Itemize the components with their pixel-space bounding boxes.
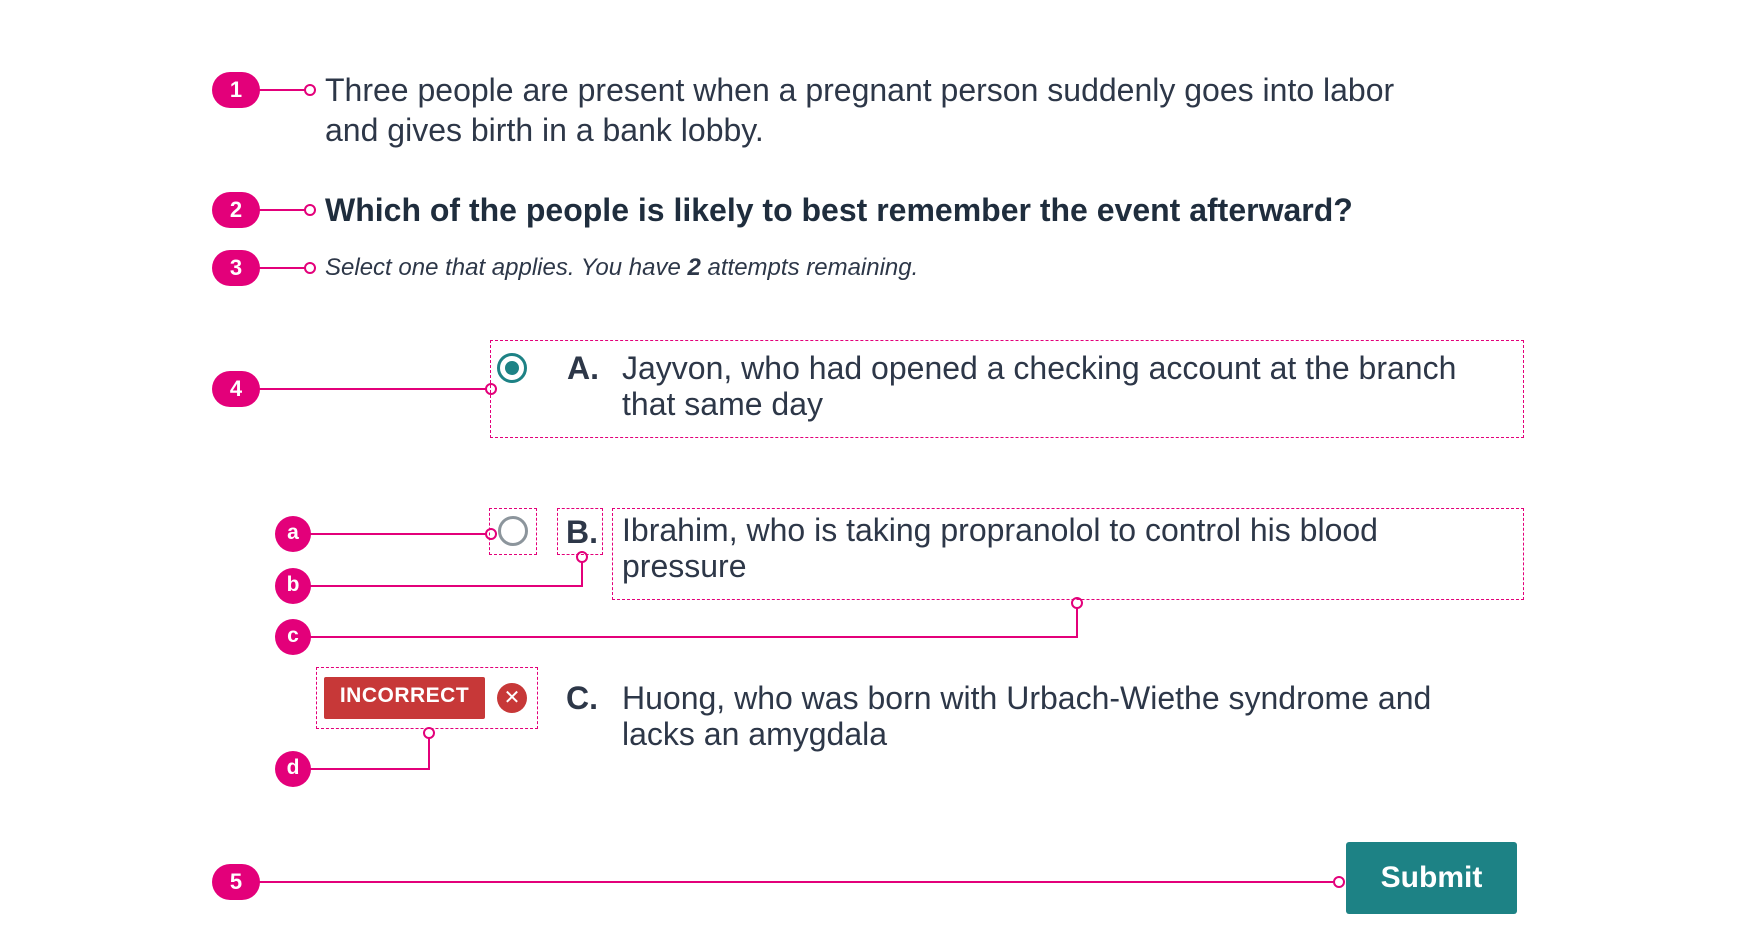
option-c-letter: C. bbox=[566, 680, 598, 716]
callout-b: b bbox=[275, 568, 311, 604]
callout-2: 2 bbox=[212, 192, 260, 228]
option-a[interactable]: A. Jayvon, who had opened a checking acc… bbox=[490, 340, 1524, 438]
option-b-line-1: Ibrahim, who is taking propranolol to co… bbox=[622, 512, 1378, 548]
option-c-line-1: Huong, who was born with Urbach-Wiethe s… bbox=[622, 680, 1432, 716]
option-a-letter: A. bbox=[567, 350, 599, 386]
callout-4: 4 bbox=[212, 371, 260, 407]
radio-unselected-icon[interactable] bbox=[498, 516, 528, 546]
option-b-letter: B. bbox=[566, 514, 598, 550]
submit-button[interactable]: Submit bbox=[1346, 842, 1517, 914]
callout-5: 5 bbox=[212, 864, 260, 900]
option-c-text[interactable]: Huong, who was born with Urbach-Wiethe s… bbox=[622, 680, 1522, 752]
option-c-line-2: lacks an amygdala bbox=[622, 716, 888, 752]
incorrect-badge: INCORRECT bbox=[324, 677, 485, 719]
option-b-line-2: pressure bbox=[622, 548, 747, 584]
instructions-suffix: attempts remaining. bbox=[700, 254, 919, 281]
question-prompt: Which of the people is likely to best re… bbox=[325, 192, 1353, 228]
callout-d: d bbox=[275, 751, 311, 787]
option-a-text: Jayvon, who had opened a checking accoun… bbox=[622, 350, 1522, 422]
option-b-text[interactable]: Ibrahim, who is taking propranolol to co… bbox=[622, 512, 1522, 584]
instructions: Select one that applies. You have 2 atte… bbox=[325, 254, 918, 282]
instructions-prefix: Select one that applies. You have bbox=[325, 254, 688, 281]
callout-c: c bbox=[275, 619, 311, 655]
stem-line-2: and gives birth in a bank lobby. bbox=[325, 112, 764, 148]
attempts-count: 2 bbox=[687, 254, 701, 281]
option-a-line-2: that same day bbox=[622, 386, 823, 422]
option-a-line-1: Jayvon, who had opened a checking accoun… bbox=[622, 350, 1457, 386]
callout-a: a bbox=[275, 516, 311, 552]
close-circle-icon: ✕ bbox=[497, 683, 527, 713]
question-stem: Three people are present when a pregnant… bbox=[325, 70, 1394, 150]
stem-line-1: Three people are present when a pregnant… bbox=[325, 72, 1395, 108]
callout-1: 1 bbox=[212, 72, 260, 108]
callout-3: 3 bbox=[212, 250, 260, 286]
radio-selected-icon[interactable] bbox=[497, 353, 527, 383]
